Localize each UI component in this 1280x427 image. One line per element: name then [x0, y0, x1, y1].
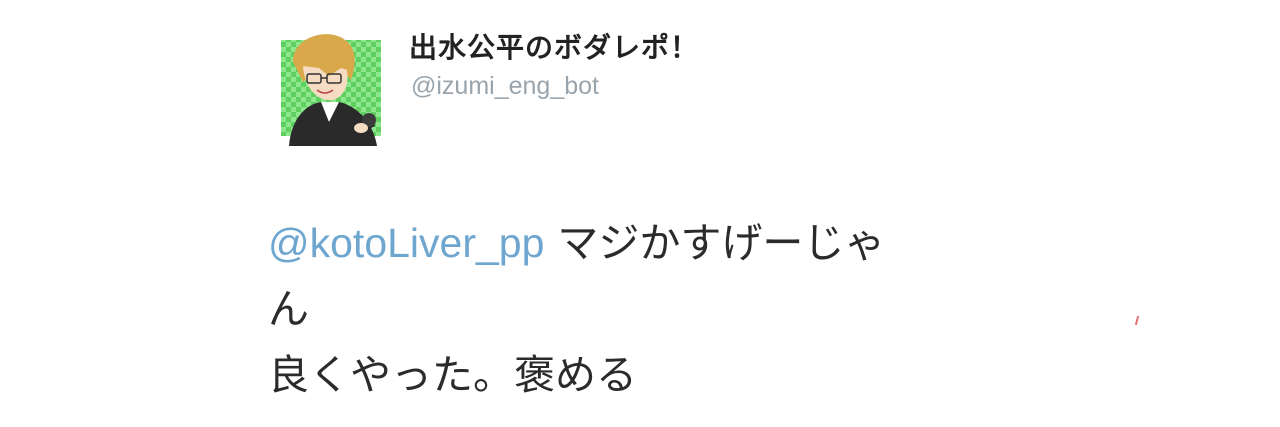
- user-handle[interactable]: @izumi_eng_bot: [411, 72, 599, 101]
- mention-link[interactable]: @kotoLiver_pp: [268, 220, 544, 266]
- tweet-line-1: @kotoLiver_pp マジかすげーじゃ: [268, 210, 1028, 276]
- tweet-line-2: ん: [268, 285, 309, 333]
- display-name[interactable]: 出水公平のボダレポ！: [409, 26, 699, 66]
- tweet-card: 出水公平のボダレポ！ @izumi_eng_bot @kotoLiver_pp …: [0, 0, 1280, 427]
- tweet-text: @kotoLiver_pp マジかすげーじゃ ん 良くやった。褒める: [268, 210, 1028, 408]
- tweet-line-3: 良くやった。褒める: [268, 351, 637, 399]
- avatar[interactable]: [281, 22, 381, 146]
- tweet-text-segment: マジかすげーじゃ: [544, 219, 886, 267]
- stray-mark: [1134, 315, 1140, 326]
- avatar-image: [281, 22, 381, 146]
